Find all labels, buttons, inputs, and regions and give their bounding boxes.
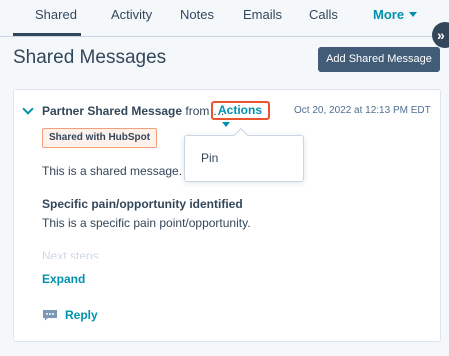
caret-down-icon [222,122,230,127]
message-header: Partner Shared Message from … [42,104,225,118]
section-heading: Specific pain/opportunity identified [42,197,243,211]
message-title[interactable]: Partner Shared Message [42,104,182,118]
tab-shared[interactable]: Shared [35,7,77,22]
tab-more[interactable]: More [373,7,418,22]
actions-button[interactable]: Actions [211,101,270,127]
menu-item-pin[interactable]: Pin [201,151,218,165]
actions-label: Actions [218,103,263,117]
shared-badge: Shared with HubSpot [42,128,158,148]
tab-emails[interactable]: Emails [243,7,282,22]
expand-link[interactable]: Expand [42,272,85,286]
tab-more-label: More [373,7,405,22]
tab-calls[interactable]: Calls [309,7,338,22]
comment-icon [43,310,57,321]
reply-button[interactable]: Reply [42,308,98,322]
collapse-panel-icon[interactable]: » [432,22,449,48]
tab-bar: Shared Activity Notes Emails Calls More [0,0,449,37]
caret-down-icon [409,12,418,17]
section-text: This is a specific pain point/opportunit… [42,216,251,230]
tab-activity[interactable]: Activity [111,7,152,22]
page-title: Shared Messages [13,47,167,68]
message-body: This is a shared message. [42,164,183,178]
reply-label: Reply [65,308,98,322]
active-tab-indicator [13,33,81,36]
add-shared-message-button[interactable]: Add Shared Message [318,47,440,72]
message-timestamp: Oct 20, 2022 at 12:13 PM EDT [294,105,431,116]
faded-text: Next steps [42,249,99,259]
tab-notes[interactable]: Notes [180,7,214,22]
